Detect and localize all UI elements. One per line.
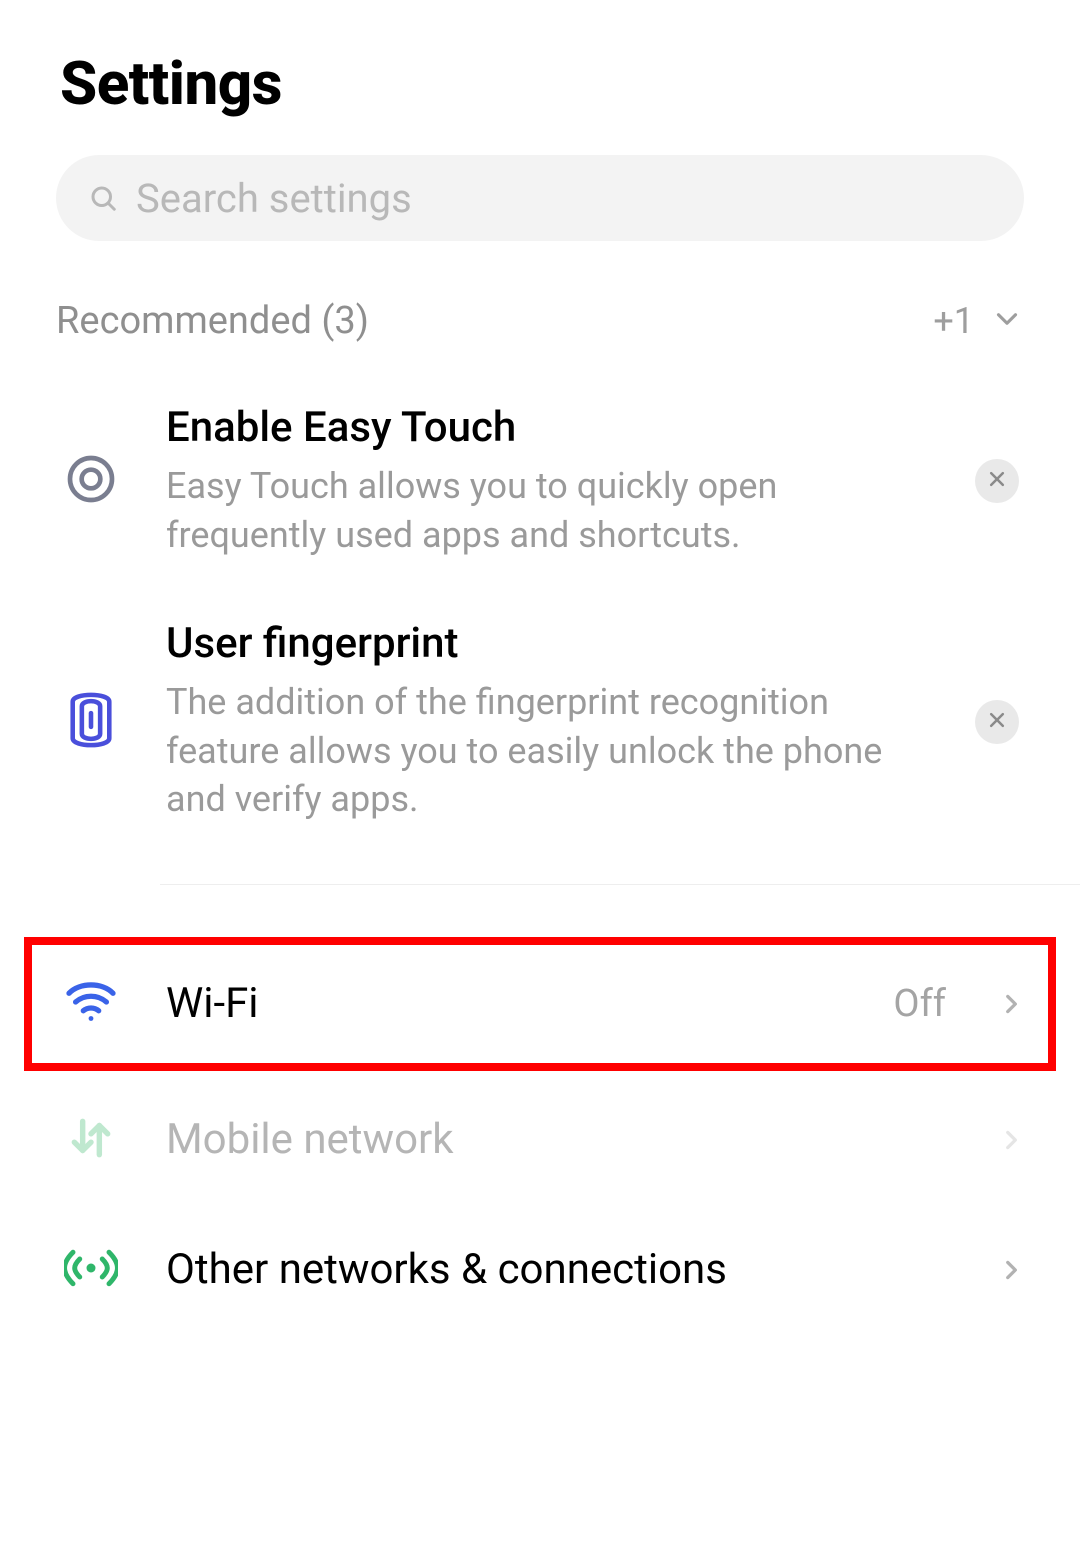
dismiss-button[interactable] (975, 459, 1019, 503)
dismiss-button[interactable] (975, 700, 1019, 744)
search-icon (88, 183, 118, 213)
setting-row-other-networks[interactable]: Other networks & connections (0, 1205, 1080, 1335)
easy-touch-icon (63, 451, 119, 511)
hotspot-icon (64, 1241, 118, 1299)
setting-row-mobile-network[interactable]: Mobile network (0, 1075, 1080, 1205)
setting-label: Wi-Fi (166, 979, 853, 1028)
recommended-item-easy-touch[interactable]: Enable Easy Touch Easy Touch allows you … (0, 373, 1080, 589)
recommended-item-desc: Easy Touch allows you to quickly open fr… (166, 462, 930, 559)
fingerprint-icon (63, 688, 119, 756)
recommended-item-fingerprint[interactable]: User fingerprint The addition of the fin… (0, 589, 1080, 854)
close-icon (987, 710, 1007, 734)
chevron-right-icon (998, 1257, 1024, 1283)
setting-value: Off (893, 982, 946, 1026)
chevron-down-icon (990, 302, 1024, 340)
close-icon (987, 469, 1007, 493)
recommended-label: Recommended (3) (56, 299, 933, 343)
recommended-item-title: User fingerprint (166, 619, 930, 668)
recommended-item-title: Enable Easy Touch (166, 403, 930, 452)
recommended-extra-count: +1 (933, 300, 974, 342)
setting-label: Mobile network (166, 1115, 958, 1164)
search-placeholder: Search settings (136, 175, 412, 222)
page-title: Settings (0, 0, 1080, 155)
recommended-item-desc: The addition of the fingerprint recognit… (166, 678, 930, 824)
setting-row-wifi[interactable]: Wi-Fi Off (26, 939, 1054, 1069)
chevron-right-icon (998, 991, 1024, 1017)
search-input[interactable]: Search settings (56, 155, 1024, 241)
recommended-header[interactable]: Recommended (3) +1 (0, 281, 1080, 373)
setting-label: Other networks & connections (166, 1245, 958, 1294)
divider (160, 884, 1080, 885)
mobile-network-icon (66, 1113, 116, 1167)
wifi-icon (64, 980, 118, 1028)
chevron-right-icon (998, 1127, 1024, 1153)
